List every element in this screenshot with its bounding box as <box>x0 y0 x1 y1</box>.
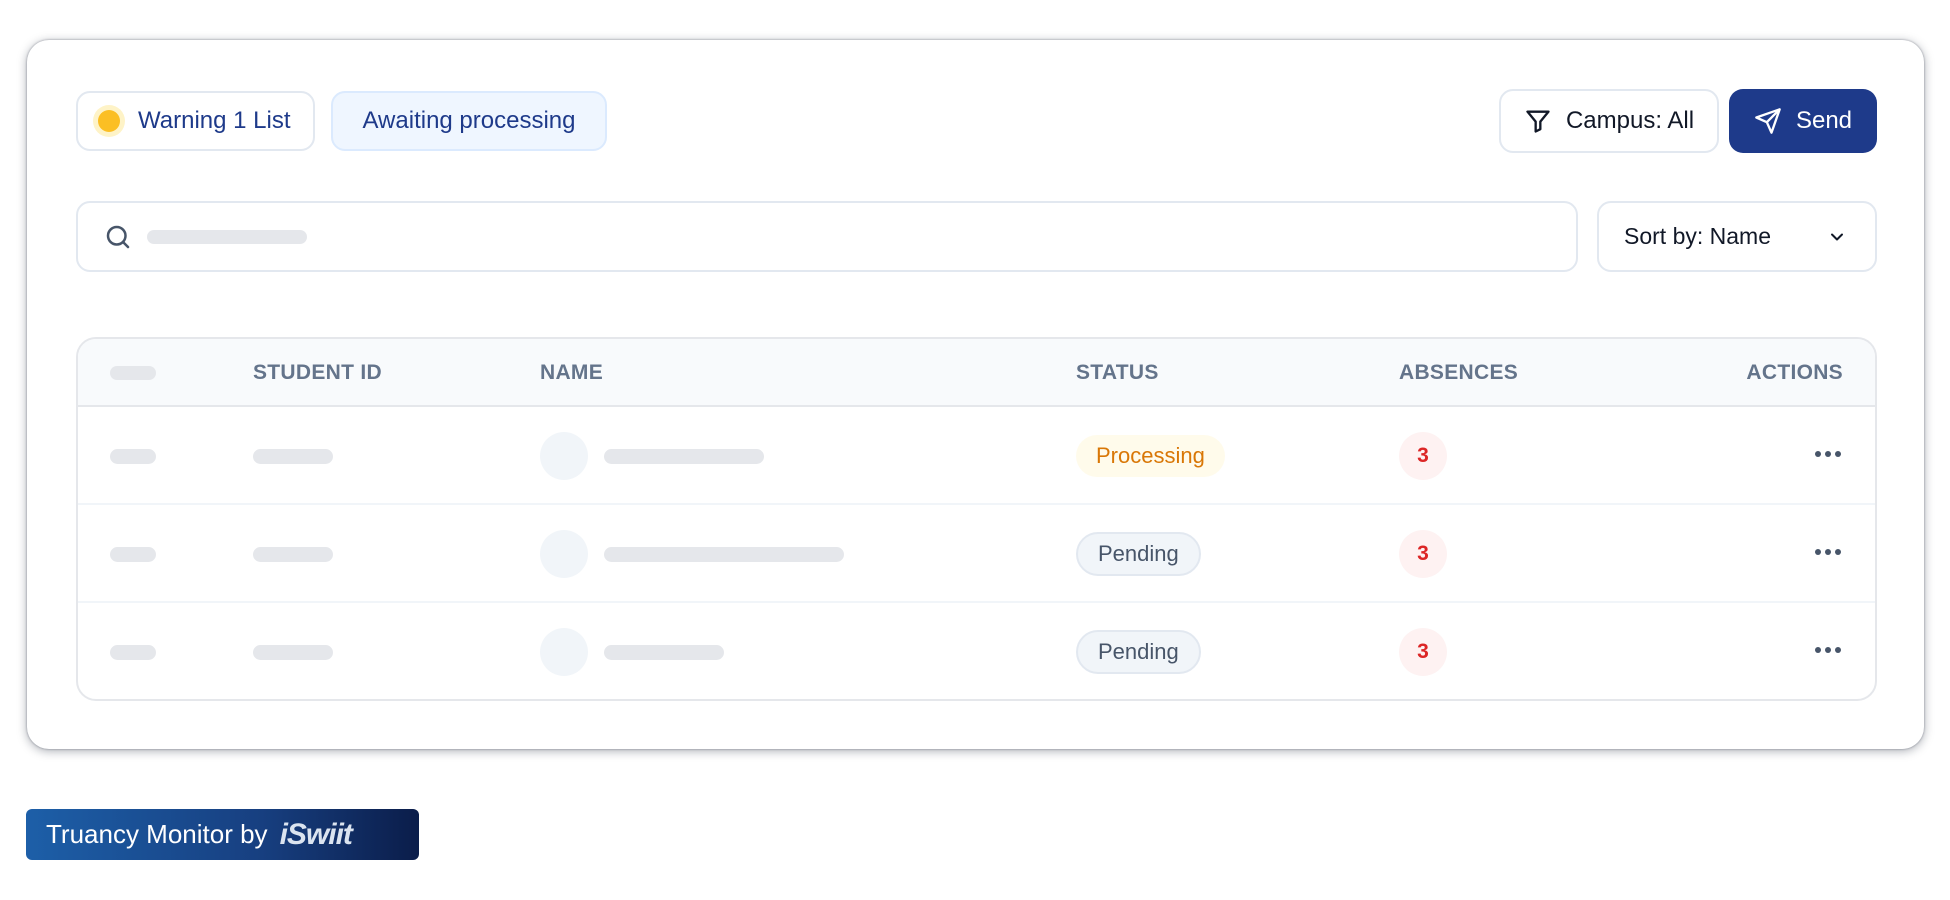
campus-filter-button[interactable]: Campus: All <box>1499 89 1719 153</box>
table-header: STUDENT ID NAME STATUS ABSENCES ACTIONS <box>78 339 1875 407</box>
search-placeholder-skeleton <box>147 229 307 244</box>
absences-header[interactable]: ABSENCES <box>1399 339 1518 407</box>
filter-icon <box>1526 110 1550 133</box>
select-column-header <box>110 339 156 407</box>
avatar <box>540 530 588 578</box>
select-skeleton <box>110 546 156 562</box>
student-id-skeleton <box>253 546 333 562</box>
name-header[interactable]: NAME <box>540 339 603 407</box>
brand-text: Truancy Monitor by <box>46 819 268 849</box>
warning-list-chip[interactable]: Warning 1 List <box>76 91 315 151</box>
absences-count: 3 <box>1399 432 1447 480</box>
send-button[interactable]: Send <box>1729 89 1877 153</box>
student-id-skeleton <box>253 448 333 464</box>
status-badge: Processing <box>1076 435 1225 477</box>
send-button-label: Send <box>1795 107 1853 134</box>
name-skeleton <box>604 644 724 660</box>
brand-logo: iSwiit <box>279 817 353 851</box>
sort-label: Sort by: Name <box>1624 223 1771 249</box>
sort-dropdown[interactable]: Sort by: Name <box>1597 201 1877 272</box>
awaiting-chip-label: Awaiting processing <box>362 107 576 134</box>
actions-header: ACTIONS <box>1746 361 1843 384</box>
students-panel: Warning 1 List Awaiting processing Campu… <box>27 40 1924 749</box>
warning-chip-label: Warning 1 List <box>138 107 291 134</box>
campus-filter-label: Campus: All <box>1565 107 1695 134</box>
more-icon[interactable] <box>1815 451 1841 457</box>
more-icon[interactable] <box>1815 549 1841 555</box>
absences-count: 3 <box>1399 530 1447 578</box>
awaiting-processing-chip[interactable]: Awaiting processing <box>331 91 607 151</box>
table-row[interactable]: Pending 3 <box>78 603 1875 699</box>
chevron-down-icon <box>1831 233 1843 240</box>
status-badge: Pending <box>1076 630 1201 674</box>
more-icon[interactable] <box>1815 647 1841 653</box>
table-row[interactable]: Processing 3 <box>78 407 1875 505</box>
avatar <box>540 628 588 676</box>
name-skeleton <box>604 546 844 562</box>
student-id-header[interactable]: STUDENT ID <box>253 339 382 407</box>
send-icon <box>1755 108 1781 134</box>
table-row[interactable]: Pending 3 <box>78 505 1875 603</box>
absences-count: 3 <box>1399 628 1447 676</box>
warning-dot-icon <box>98 110 120 132</box>
search-icon <box>106 225 130 248</box>
search-input[interactable] <box>76 201 1578 272</box>
status-header[interactable]: STATUS <box>1076 339 1159 407</box>
students-table: STUDENT ID NAME STATUS ABSENCES ACTIONS … <box>76 337 1877 701</box>
select-skeleton <box>110 448 156 464</box>
status-badge: Pending <box>1076 532 1201 576</box>
select-skeleton <box>110 644 156 660</box>
student-id-skeleton <box>253 644 333 660</box>
name-skeleton <box>604 448 764 464</box>
brand-banner: Truancy Monitor by iSwiit <box>26 809 419 860</box>
avatar <box>540 432 588 480</box>
